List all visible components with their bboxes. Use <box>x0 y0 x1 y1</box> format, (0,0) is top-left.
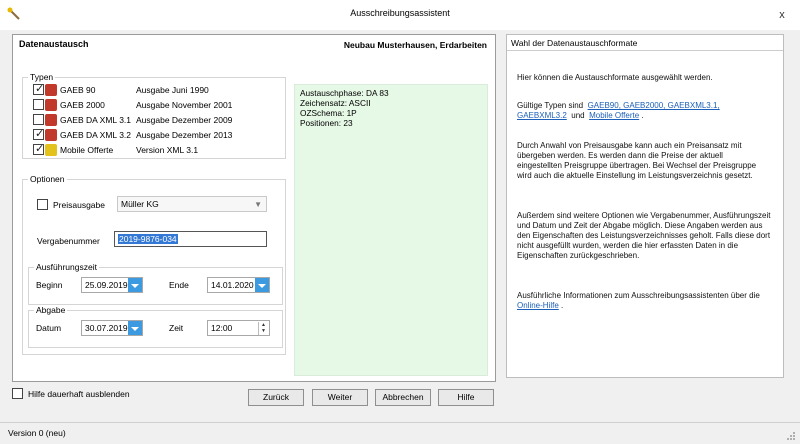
calendar-dropdown-icon[interactable] <box>128 321 142 335</box>
spin-down-icon[interactable]: ▼ <box>259 328 268 334</box>
gaeb-file-icon <box>45 99 57 111</box>
help-types-end: . <box>641 111 644 120</box>
options-legend: Optionen <box>28 174 67 184</box>
datum-date-picker[interactable]: 30.07.2019 <box>81 320 143 336</box>
close-icon[interactable]: x <box>773 8 791 22</box>
help-more-prefix: Ausführliche Informationen zum Ausschrei… <box>517 291 760 300</box>
help-price-text: Durch Anwahl von Preisausgabe kann auch … <box>517 141 757 180</box>
help-more-end: . <box>561 301 564 310</box>
checkbox-gaeb2000[interactable] <box>33 99 44 110</box>
exchange-info-box: Austauschphase: DA 83 Zeichensatz: ASCII… <box>294 84 488 376</box>
beginn-value: 25.09.2019 <box>85 280 128 290</box>
help-button[interactable]: Hilfe <box>438 389 494 406</box>
type-desc: Ausgabe Dezember 2009 <box>136 115 233 125</box>
zeit-value: 12:00 <box>211 323 233 333</box>
resize-grip-icon[interactable] <box>786 431 796 441</box>
checkbox-gaeb90[interactable] <box>33 82 44 95</box>
checkbox-mobile-offerte[interactable] <box>33 142 44 155</box>
info-positions: Positionen: 23 <box>300 118 353 128</box>
help-title: Wahl der Datenaustauschformate <box>507 35 783 51</box>
checkbox-gaebxml32[interactable] <box>33 127 44 140</box>
help-panel: Wahl der Datenaustauschformate Hier könn… <box>506 34 784 378</box>
type-desc: Version XML 3.1 <box>136 145 199 155</box>
zeit-time-input[interactable]: 12:00 ▲ ▼ <box>207 320 270 336</box>
gaebxml32-link[interactable]: GAEBXML3.2 <box>517 111 567 120</box>
help-more-info: Ausführliche Informationen zum Ausschrei… <box>517 291 773 311</box>
checkbox-gaebxml31[interactable] <box>33 114 44 125</box>
options-group: Optionen Preisausgabe Müller KG ▼ Vergab… <box>22 174 286 355</box>
preisausgabe-label: Preisausgabe <box>53 200 105 210</box>
gaeb-file-icon <box>45 114 57 126</box>
beginn-date-picker[interactable]: 25.09.2019 <box>81 277 143 293</box>
offerte-file-icon <box>45 144 57 156</box>
online-help-link[interactable]: Online-Hilfe <box>517 301 559 310</box>
back-button[interactable]: Zurück <box>248 389 304 406</box>
ende-date-picker[interactable]: 14.01.2020 <box>207 277 270 293</box>
title-bar: Ausschreibungsassistent x <box>0 0 800 30</box>
hide-help-label: Hilfe dauerhaft ausblenden <box>28 389 130 399</box>
calendar-dropdown-icon[interactable] <box>255 278 269 292</box>
datum-value: 30.07.2019 <box>85 323 128 333</box>
submission-legend: Abgabe <box>34 305 68 315</box>
calendar-dropdown-icon[interactable] <box>128 278 142 292</box>
help-types-and: und <box>571 111 585 120</box>
next-button[interactable]: Weiter <box>312 389 368 406</box>
types-legend: Typen <box>28 72 56 82</box>
beginn-label: Beginn <box>36 280 63 290</box>
vergabenummer-label: Vergabenummer <box>37 236 100 246</box>
type-desc: Ausgabe Dezember 2013 <box>136 130 233 140</box>
submission-group: Abgabe Datum 30.07.2019 Zeit 12:00 ▲ ▼ <box>28 305 283 348</box>
help-intro: Hier können die Austauschformate ausgewä… <box>517 73 713 82</box>
checkbox-preisausgabe[interactable] <box>37 199 48 210</box>
datum-label: Datum <box>36 323 62 333</box>
type-desc: Ausgabe November 2001 <box>136 100 233 110</box>
ende-label: Ende <box>169 280 189 290</box>
chevron-down-icon: ▼ <box>254 200 262 209</box>
status-bar: Version 0 (neu) <box>0 422 800 444</box>
types-group: Typen GAEB 90 Ausgabe Juni 1990 GAEB 200… <box>22 72 286 159</box>
vergabenummer-value: 2019-9876-034 <box>118 234 178 244</box>
type-name: GAEB DA XML 3.1 <box>60 115 132 125</box>
info-phase: Austauschphase: DA 83 <box>300 88 389 98</box>
type-name: GAEB DA XML 3.2 <box>60 130 132 140</box>
preisausgabe-dropdown[interactable]: Müller KG ▼ <box>117 196 267 212</box>
window-title: Ausschreibungsassistent <box>350 8 450 18</box>
type-name: Mobile Offerte <box>60 145 114 155</box>
gaeb-file-icon <box>45 84 57 96</box>
vergabenummer-input[interactable]: 2019-9876-034 <box>114 231 267 247</box>
cancel-button[interactable]: Abbrechen <box>375 389 431 406</box>
version-status: Version 0 (neu) <box>8 428 66 438</box>
info-ozschema: OZSchema: 1P <box>300 108 357 118</box>
help-options-text: Außerdem sind weitere Optionen wie Verga… <box>517 211 771 260</box>
checkbox-hide-help[interactable] <box>12 388 23 399</box>
execution-time-group: Ausführungszeit Beginn 25.09.2019 Ende 1… <box>28 262 283 305</box>
time-spinner[interactable]: ▲ ▼ <box>258 322 268 335</box>
zeit-label: Zeit <box>169 323 184 333</box>
mobile-offerte-link[interactable]: Mobile Offerte <box>589 111 639 120</box>
ende-value: 14.01.2020 <box>211 280 254 290</box>
type-desc: Ausgabe Juni 1990 <box>136 85 209 95</box>
type-name: GAEB 90 <box>60 85 96 95</box>
execution-time-legend: Ausführungszeit <box>34 262 99 272</box>
help-valid-types: Gültige Typen sind GAEB90, GAEB2000, GAE… <box>517 101 775 121</box>
project-name: Neubau Musterhausen, Erdarbeiten <box>343 40 487 50</box>
gaeb-file-icon <box>45 129 57 141</box>
info-charset: Zeichensatz: ASCII <box>300 98 371 108</box>
gaeb-formats-link[interactable]: GAEB90, GAEB2000, GAEBXML3.1, <box>588 101 720 110</box>
preisausgabe-value: Müller KG <box>121 199 159 209</box>
panel-title: Datenaustausch <box>19 39 89 49</box>
help-types-prefix: Gültige Typen sind <box>517 101 584 110</box>
type-name: GAEB 2000 <box>60 100 105 110</box>
